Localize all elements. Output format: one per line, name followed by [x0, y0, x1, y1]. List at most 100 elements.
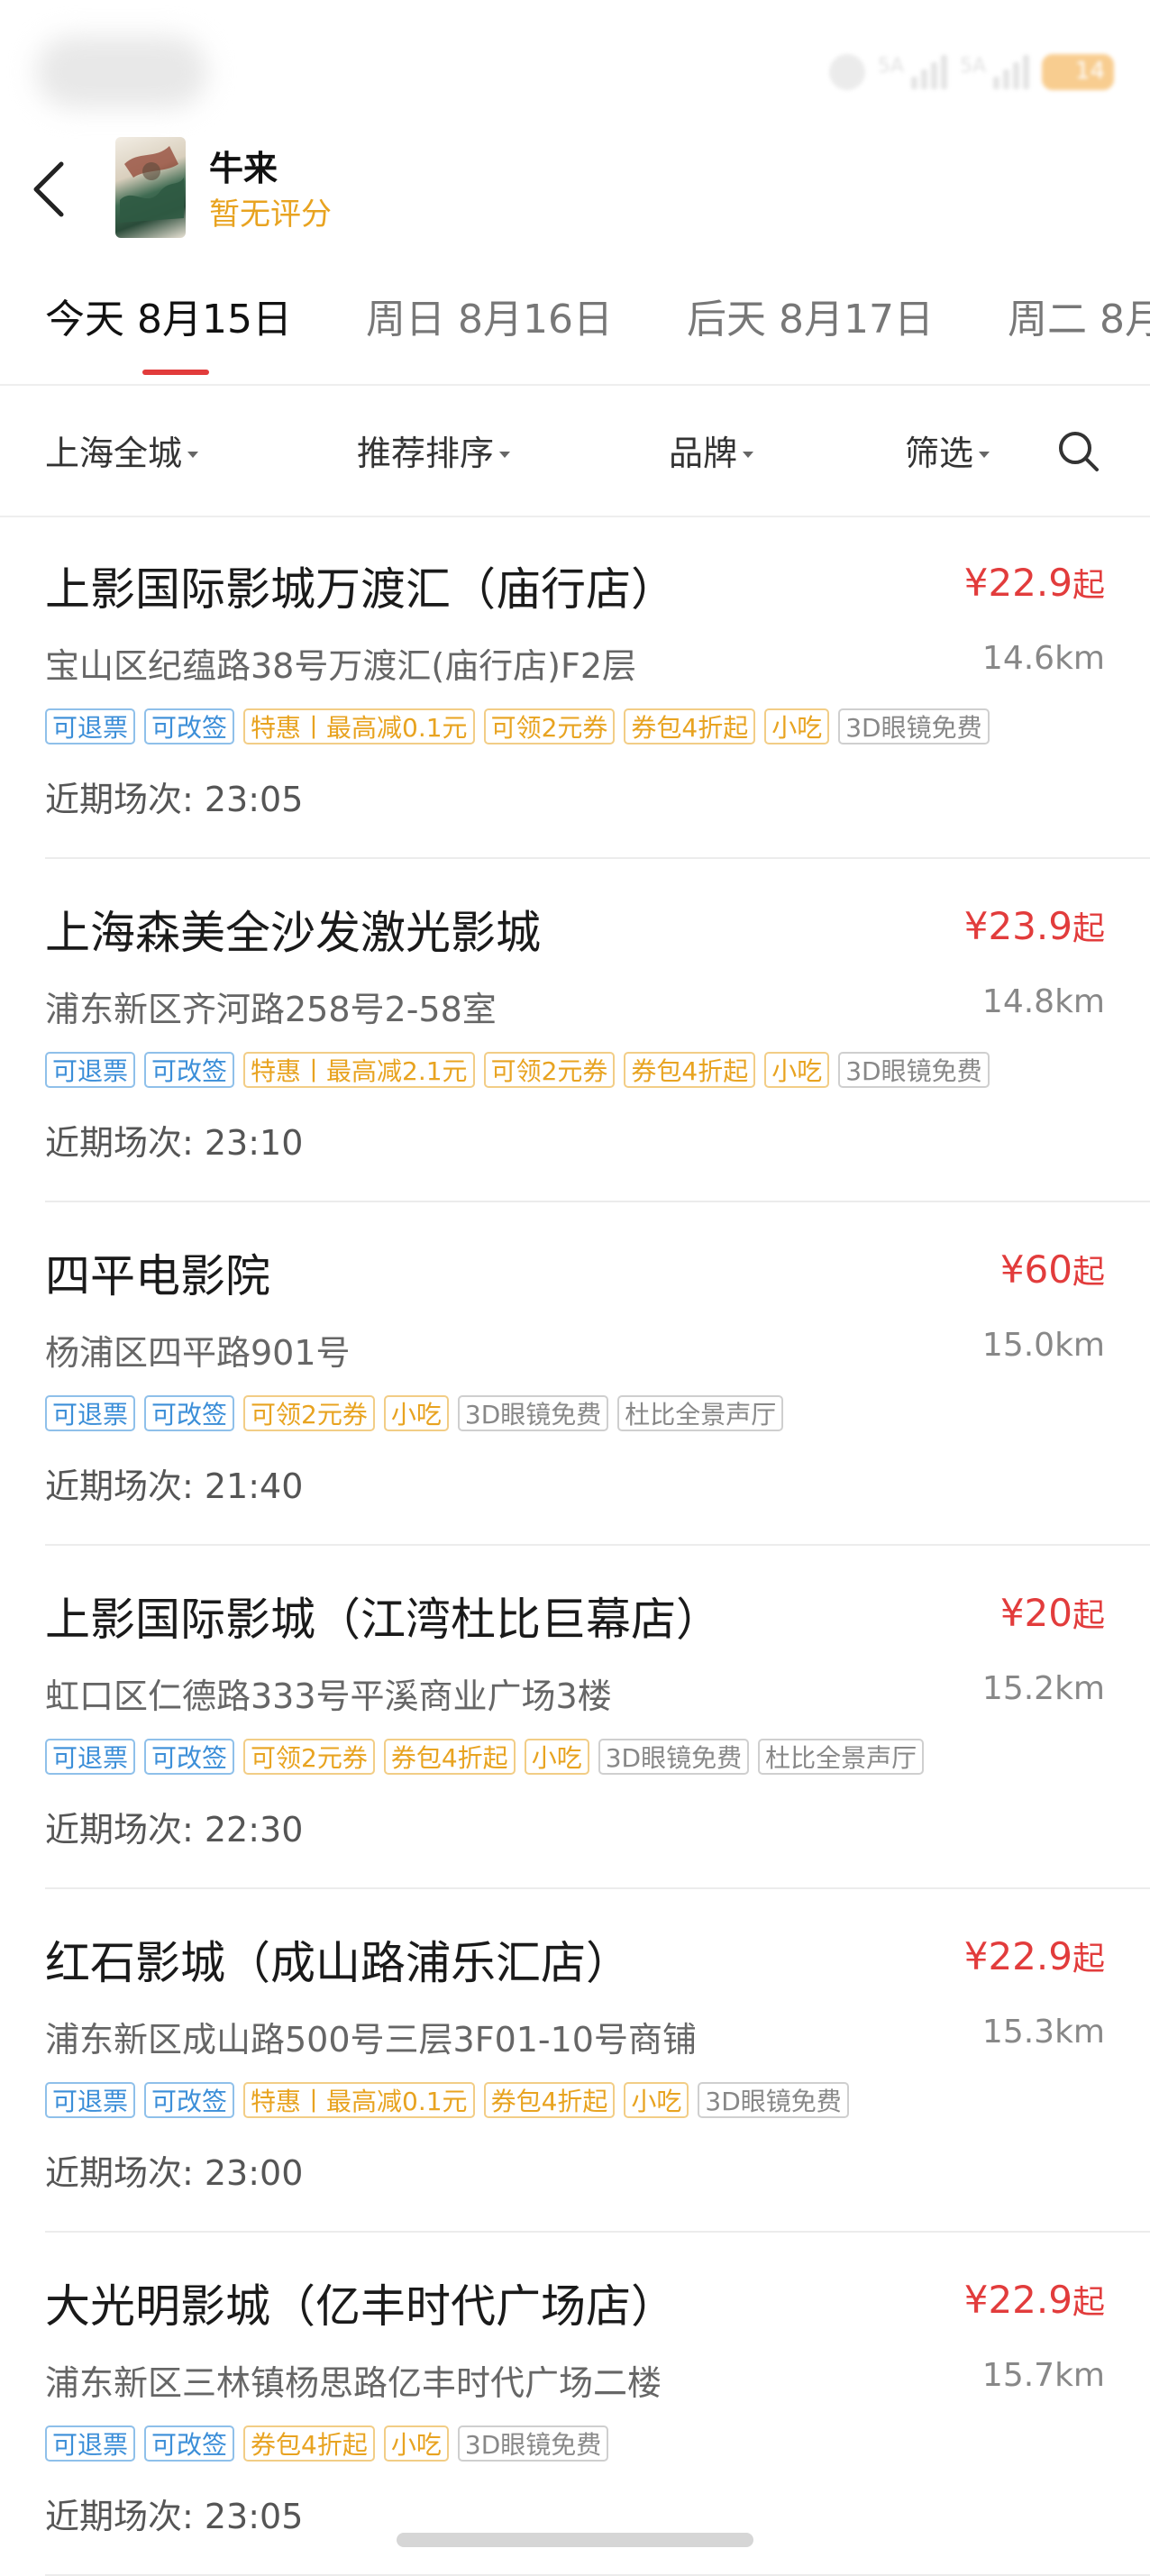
cinema-name: 大光明影城（亿丰时代广场店） [45, 2280, 676, 2333]
price-suffix: 起 [1072, 1941, 1105, 1978]
filter-dropdown[interactable]: 筛选 [905, 425, 990, 475]
caret-down-icon [499, 452, 511, 458]
cinema-price: ¥23.9起 [964, 902, 1105, 949]
home-indicator[interactable] [397, 2533, 753, 2547]
tag-3d-glasses: 3D眼镜免费 [838, 1052, 990, 1088]
tag-3d-glasses: 3D眼镜免费 [457, 1395, 609, 1431]
cinema-card[interactable]: 上海森美全沙发激光影城 ¥23.9起 浦东新区齐河路258号2-58室 14.8… [0, 859, 1150, 1202]
back-button[interactable] [27, 151, 72, 227]
cinema-tags: 可退票 可改签 特惠丨最高减0.1元 可领2元券 券包4折起 小吃 3D眼镜免费 [45, 708, 990, 744]
cinema-tags: 可退票 可改签 特惠丨最高减2.1元 可领2元券 券包4折起 小吃 3D眼镜免费 [45, 1052, 990, 1088]
movie-rating: 暂无评分 [209, 196, 332, 233]
price-value: ¥60 [999, 1247, 1072, 1292]
tag-coupon: 可领2元券 [243, 1739, 375, 1775]
tag-refundable: 可退票 [45, 1395, 136, 1431]
city-filter-dropdown[interactable]: 上海全城 [45, 425, 199, 475]
tag-coupon-pack: 券包4折起 [243, 2425, 375, 2462]
do-not-disturb-icon [828, 54, 865, 90]
status-bar: 5A 5A 14 [0, 0, 1150, 135]
cinema-name: 四平电影院 [45, 1250, 270, 1302]
cinema-distance: 14.8km [981, 983, 1105, 1020]
cinema-name: 上影国际影城万渡汇（庙行店） [45, 563, 676, 616]
tag-refundable: 可退票 [45, 1739, 136, 1775]
date-tab-today[interactable]: 今天 8月15日 [45, 287, 292, 344]
tag-3d-glasses: 3D眼镜免费 [598, 1739, 750, 1775]
tag-dolby-atmos: 杜比全景声厅 [617, 1395, 784, 1431]
price-suffix: 起 [1072, 1254, 1105, 1291]
date-tab-sunday[interactable]: 周日 8月16日 [366, 287, 613, 344]
tag-discount: 特惠丨最高减0.1元 [243, 708, 475, 744]
cinema-list: 上影国际影城万渡汇（庙行店） ¥22.9起 宝山区纪蕴路38号万渡汇(庙行店)F… [0, 516, 1150, 2576]
signal-icon: 5A [960, 55, 1029, 89]
date-tab-tuesday[interactable]: 周二 8月18日 [1008, 287, 1150, 344]
price-value: ¥22.9 [963, 2278, 1072, 2322]
date-tabs: 今天 8月15日 周日 8月16日 后天 8月17日 周二 8月18日 [0, 270, 1150, 386]
caret-down-icon [743, 452, 754, 458]
brand-dropdown[interactable]: 品牌 [669, 425, 754, 475]
date-tab-day-after[interactable]: 后天 8月17日 [687, 287, 934, 344]
cinema-card[interactable]: 上影国际影城（江湾杜比巨幕店） ¥20起 虹口区仁德路333号平溪商业广场3楼 … [0, 1546, 1150, 1889]
cinema-price: ¥22.9起 [964, 1932, 1105, 1979]
cinema-address: 宝山区纪蕴路38号万渡汇(庙行店)F2层 [45, 646, 637, 686]
cinema-showtime: 近期场次: 23:05 [45, 780, 304, 819]
network-label: 5A [877, 55, 904, 78]
status-time-blurred [36, 36, 207, 108]
tag-reschedulable: 可改签 [144, 2425, 235, 2462]
tag-3d-glasses: 3D眼镜免费 [457, 2425, 609, 2462]
movie-title: 牛来 [209, 149, 278, 188]
tag-snacks: 小吃 [383, 2425, 449, 2462]
price-suffix: 起 [1072, 567, 1105, 604]
tag-refundable: 可退票 [45, 2082, 136, 2118]
tag-coupon: 可领2元券 [243, 1395, 375, 1431]
tag-snacks: 小吃 [383, 1395, 449, 1431]
price-value: ¥22.9 [963, 561, 1072, 605]
tag-snacks: 小吃 [764, 1052, 830, 1088]
active-tab-indicator [142, 370, 209, 375]
movie-poster[interactable] [115, 137, 186, 238]
sort-dropdown[interactable]: 推荐排序 [357, 425, 511, 475]
tag-reschedulable: 可改签 [144, 1052, 235, 1088]
cinema-name: 上海森美全沙发激光影城 [45, 907, 541, 959]
tag-snacks: 小吃 [624, 2082, 689, 2118]
cinema-price: ¥60起 [1000, 1246, 1105, 1293]
signal-icon: 5A [878, 55, 947, 89]
tag-snacks: 小吃 [764, 708, 830, 744]
network-label: 5A [959, 55, 986, 78]
poster-art [120, 146, 184, 223]
tag-coupon-pack: 券包4折起 [624, 1052, 756, 1088]
search-icon [1059, 432, 1099, 471]
price-value: ¥20 [999, 1591, 1072, 1635]
cinema-distance: 14.6km [981, 640, 1105, 677]
cinema-card[interactable]: 红石影城（成山路浦乐汇店） ¥22.9起 浦东新区成山路500号三层3F01-1… [0, 1889, 1150, 2233]
city-filter-label: 上海全城 [45, 434, 183, 473]
cinema-name: 上影国际影城（江湾杜比巨幕店） [45, 1594, 721, 1646]
cinema-showtime: 近期场次: 22:30 [45, 1810, 304, 1850]
price-suffix: 起 [1072, 910, 1105, 947]
cinema-card[interactable]: 四平电影院 ¥60起 杨浦区四平路901号 15.0km 可退票 可改签 可领2… [0, 1202, 1150, 1546]
cinema-showtime: 近期场次: 23:00 [45, 2153, 304, 2193]
cinema-address: 杨浦区四平路901号 [45, 1333, 351, 1373]
tag-snacks: 小吃 [524, 1739, 589, 1775]
cinema-card[interactable]: 大光明影城（亿丰时代广场店） ¥22.9起 浦东新区三林镇杨思路亿丰时代广场二楼… [0, 2233, 1150, 2576]
cinema-card[interactable]: 上影国际影城万渡汇（庙行店） ¥22.9起 宝山区纪蕴路38号万渡汇(庙行店)F… [0, 516, 1150, 859]
tag-reschedulable: 可改签 [144, 708, 235, 744]
cinema-price: ¥20起 [1000, 1589, 1105, 1636]
cinema-showtime: 近期场次: 23:10 [45, 1123, 304, 1163]
cinema-tags: 可退票 可改签 特惠丨最高减0.1元 券包4折起 小吃 3D眼镜免费 [45, 2082, 849, 2118]
cinema-address: 浦东新区齐河路258号2-58室 [45, 990, 497, 1029]
tag-discount: 特惠丨最高减0.1元 [243, 2082, 475, 2118]
tag-refundable: 可退票 [45, 1052, 136, 1088]
status-icons: 5A 5A 14 [828, 45, 1114, 99]
tag-refundable: 可退票 [45, 708, 136, 744]
tag-3d-glasses: 3D眼镜免费 [838, 708, 990, 744]
caret-down-icon [979, 452, 990, 458]
cinema-name: 红石影城（成山路浦乐汇店） [45, 1937, 631, 1989]
search-button[interactable] [1056, 429, 1100, 472]
tag-coupon: 可领2元券 [483, 708, 616, 744]
cinema-tags: 可退票 可改签 券包4折起 小吃 3D眼镜免费 [45, 2425, 609, 2462]
cinema-distance: 15.2km [981, 1670, 1105, 1707]
cinema-tags: 可退票 可改签 可领2元券 券包4折起 小吃 3D眼镜免费 杜比全景声厅 [45, 1739, 925, 1775]
cinema-tags: 可退票 可改签 可领2元券 小吃 3D眼镜免费 杜比全景声厅 [45, 1395, 784, 1431]
cinema-address: 浦东新区成山路500号三层3F01-10号商铺 [45, 2020, 697, 2060]
tag-reschedulable: 可改签 [144, 1739, 235, 1775]
